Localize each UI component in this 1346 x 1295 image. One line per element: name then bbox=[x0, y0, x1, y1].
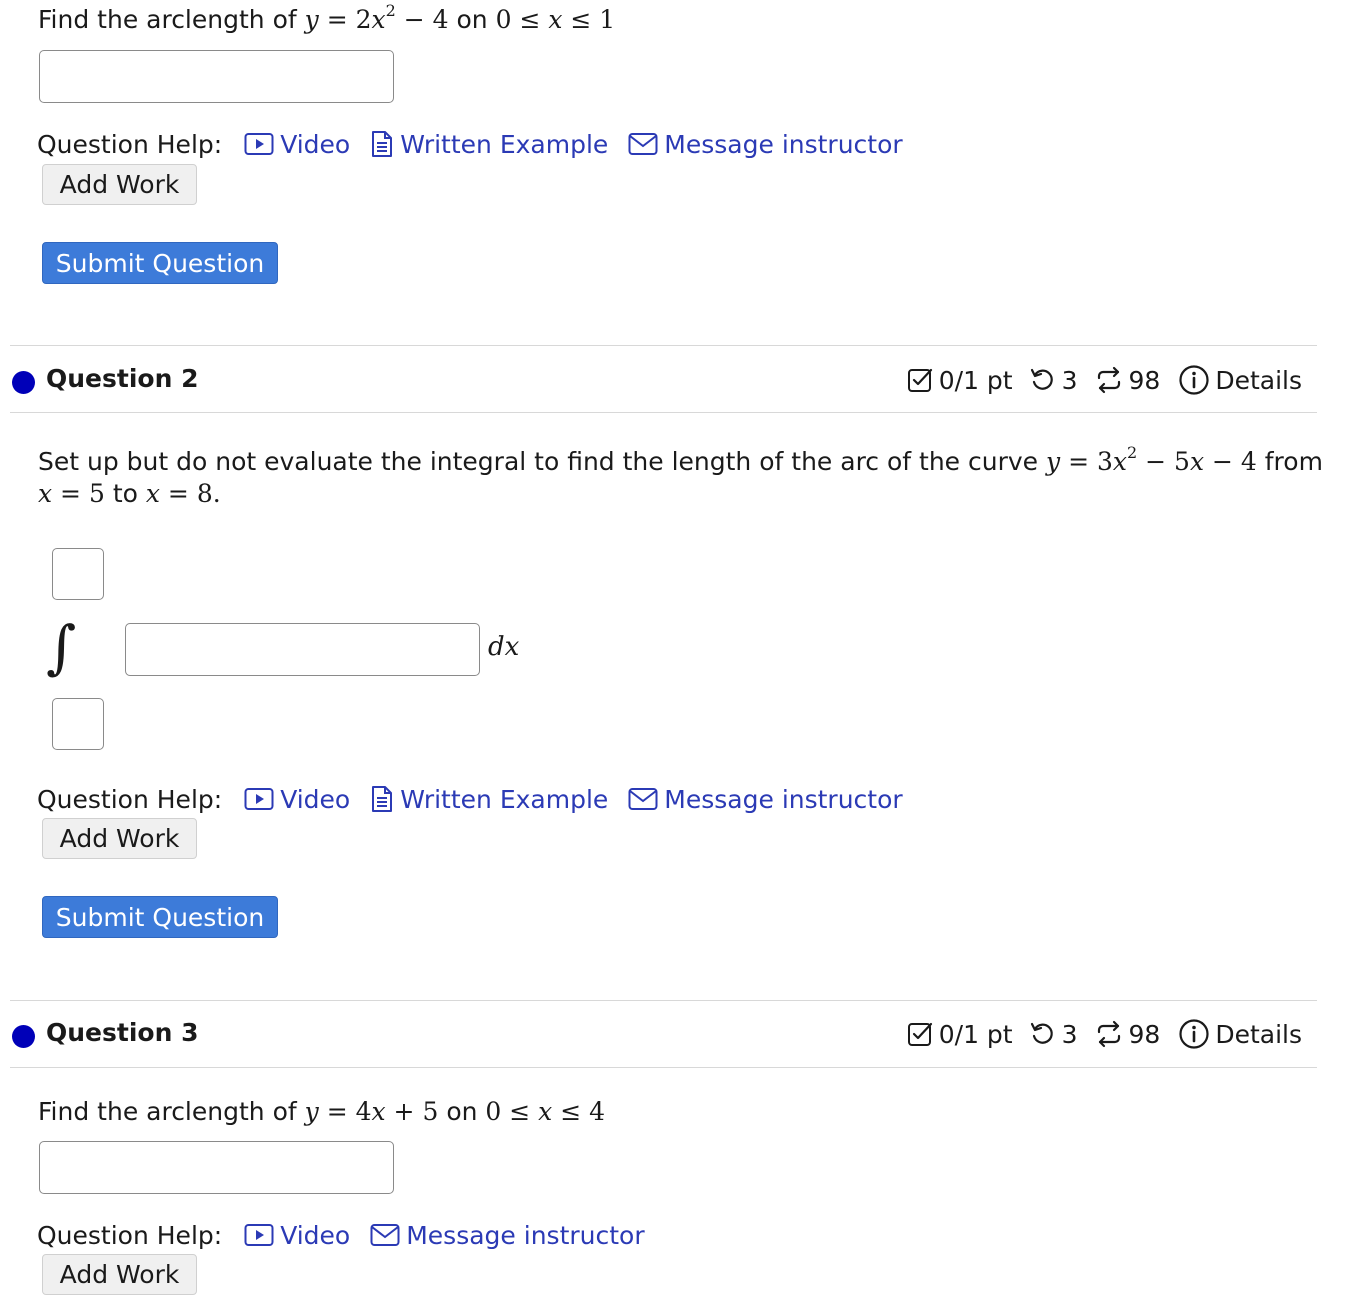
document-icon bbox=[372, 131, 393, 157]
attempts-icon bbox=[1097, 366, 1120, 394]
q2-details-button[interactable]: Details bbox=[1178, 364, 1302, 396]
retry-icon bbox=[1030, 1022, 1053, 1044]
q2-score-text: 0/1 pt bbox=[938, 365, 1013, 395]
q2-score: 0/1 pt bbox=[906, 366, 1013, 395]
q1-message-instructor-link[interactable]: Message instructor bbox=[628, 129, 903, 159]
q3-attempts-text: 98 bbox=[1128, 1019, 1161, 1049]
q3-attempts: 98 bbox=[1094, 1019, 1161, 1049]
q3-score-text: 0/1 pt bbox=[938, 1019, 1013, 1049]
info-icon bbox=[1179, 1019, 1209, 1049]
video-icon bbox=[244, 1224, 274, 1246]
q3-prompt-on: on bbox=[446, 1097, 478, 1126]
attempts-icon bbox=[1097, 1020, 1120, 1048]
q2-header: Question 2 0/1 pt 3 98 Details bbox=[12, 362, 1302, 402]
q1-answer-input[interactable] bbox=[39, 50, 394, 103]
q2-prompt-math: y = 3x2 − 5x − 4 bbox=[1046, 443, 1257, 477]
q2-question-help: Question Help: Video Written Example Mes… bbox=[37, 781, 923, 817]
q1-prompt-on: on bbox=[456, 5, 488, 34]
q1-prompt: Find the arclength of y = 2x2 − 4 on 0 ≤… bbox=[38, 1, 616, 35]
q3-prompt-range: 0 ≤ x ≤ 4 bbox=[485, 1097, 606, 1126]
written-example-link-label: Written Example bbox=[400, 129, 609, 159]
q2-prompt-to: to bbox=[112, 479, 138, 508]
q3-message-instructor-link[interactable]: Message instructor bbox=[370, 1220, 645, 1250]
q2-video-link[interactable]: Video bbox=[244, 785, 350, 814]
q3-retries-text: 3 bbox=[1061, 1019, 1078, 1049]
q2-meta: 0/1 pt 3 98 Details bbox=[894, 364, 1302, 396]
mail-icon bbox=[370, 1224, 400, 1246]
document-icon bbox=[372, 786, 393, 812]
q3-answer-input[interactable] bbox=[39, 1141, 394, 1194]
q2-add-work-button[interactable]: Add Work bbox=[42, 818, 197, 859]
q2-prompt-line1: Set up but do not evaluate the integral … bbox=[38, 443, 1323, 477]
q2-integrand-input[interactable] bbox=[125, 623, 480, 676]
q2-retries: 3 bbox=[1029, 366, 1078, 395]
q3-add-work-button[interactable]: Add Work bbox=[42, 1254, 197, 1295]
q2-details-label: Details bbox=[1215, 365, 1302, 395]
help-label: Question Help: bbox=[37, 1220, 223, 1250]
q3-meta: 0/1 pt 3 98 Details bbox=[894, 1018, 1302, 1050]
q3-video-link[interactable]: Video bbox=[244, 1221, 350, 1250]
video-icon bbox=[244, 788, 274, 810]
q3-header: Question 3 0/1 pt 3 98 Details bbox=[12, 1016, 1302, 1056]
q2-lower-limit-input[interactable] bbox=[52, 698, 104, 750]
q1-prompt-math: y = 2x2 − 4 bbox=[304, 1, 449, 35]
q2-message-instructor-link[interactable]: Message instructor bbox=[628, 784, 903, 814]
q3-prompt-math: y = 4x + 5 bbox=[304, 1097, 439, 1126]
help-label: Question Help: bbox=[37, 129, 223, 159]
status-dot-icon bbox=[12, 1025, 35, 1048]
mail-icon bbox=[628, 133, 658, 155]
q3-details-label: Details bbox=[1215, 1019, 1302, 1049]
q1-add-work-button[interactable]: Add Work bbox=[42, 164, 197, 205]
q2-prompt-from: from bbox=[1264, 447, 1323, 476]
q3-prompt-text: Find the arclength of bbox=[38, 1097, 297, 1126]
q1-written-example-link[interactable]: Written Example bbox=[370, 130, 608, 159]
q1-submit-button[interactable]: Submit Question bbox=[42, 242, 278, 284]
q2-title: Question 2 bbox=[46, 364, 199, 393]
message-instructor-link-label: Message instructor bbox=[406, 1220, 645, 1250]
q2-attempts-text: 98 bbox=[1128, 365, 1161, 395]
q2-upper-limit-input[interactable] bbox=[52, 548, 104, 600]
q2-prompt-x-end: x = 8. bbox=[145, 479, 221, 508]
status-dot-icon bbox=[12, 371, 35, 394]
q3-title: Question 3 bbox=[46, 1018, 199, 1047]
q3-details-button[interactable]: Details bbox=[1178, 1018, 1302, 1050]
message-instructor-link-label: Message instructor bbox=[664, 784, 903, 814]
checkbox-icon bbox=[907, 1022, 932, 1046]
checkbox-icon bbox=[907, 368, 932, 392]
video-icon bbox=[244, 133, 274, 155]
q1-question-help: Question Help: Video Written Example Mes… bbox=[37, 126, 923, 162]
q2-prompt-x-start: x = 5 bbox=[38, 479, 105, 508]
integral-sign: ∫ bbox=[46, 613, 77, 681]
q2-retries-text: 3 bbox=[1061, 365, 1078, 395]
q1-prompt-text: Find the arclength of bbox=[38, 5, 297, 34]
q3-question-help: Question Help: Video Message instructor bbox=[37, 1217, 665, 1253]
q1-prompt-range: 0 ≤ x ≤ 1 bbox=[495, 5, 616, 34]
info-icon bbox=[1179, 365, 1209, 395]
message-instructor-link-label: Message instructor bbox=[664, 129, 903, 159]
q2-written-example-link[interactable]: Written Example bbox=[370, 785, 608, 814]
q1-video-link[interactable]: Video bbox=[244, 130, 350, 159]
q2-attempts: 98 bbox=[1094, 365, 1161, 395]
divider bbox=[10, 412, 1317, 413]
q3-prompt: Find the arclength of y = 4x + 5 on 0 ≤ … bbox=[38, 1097, 605, 1127]
video-link-label: Video bbox=[280, 1220, 351, 1250]
q2-prompt-text: Set up but do not evaluate the integral … bbox=[38, 447, 1039, 476]
divider bbox=[10, 1000, 1317, 1001]
q2-submit-button[interactable]: Submit Question bbox=[42, 896, 278, 938]
divider bbox=[10, 1067, 1317, 1068]
q3-score: 0/1 pt bbox=[906, 1020, 1013, 1049]
written-example-link-label: Written Example bbox=[400, 784, 609, 814]
divider bbox=[10, 345, 1317, 346]
retry-icon bbox=[1030, 368, 1053, 390]
video-link-label: Video bbox=[280, 784, 351, 814]
q2-dx: dx bbox=[488, 632, 520, 662]
help-label: Question Help: bbox=[37, 784, 223, 814]
q3-retries: 3 bbox=[1029, 1020, 1078, 1049]
mail-icon bbox=[628, 788, 658, 810]
q2-prompt-line2: x = 5 to x = 8. bbox=[38, 479, 221, 509]
video-link-label: Video bbox=[280, 129, 351, 159]
